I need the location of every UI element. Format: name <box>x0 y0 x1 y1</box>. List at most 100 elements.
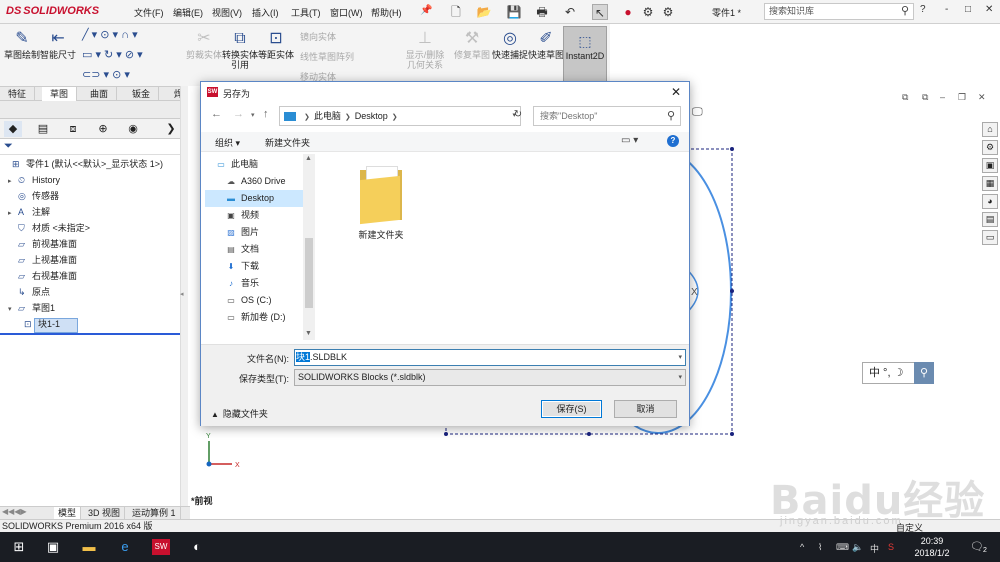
doc-close-icon[interactable]: ✕ <box>978 92 986 103</box>
display-manager-icon[interactable]: ◉ <box>124 121 142 137</box>
nav-item[interactable]: ▨ 图片 <box>205 224 305 241</box>
relations-button[interactable]: ⊥ 显示/删除几何关系 <box>402 28 448 70</box>
keyboard-icon[interactable]: ⌨ <box>836 542 849 553</box>
property-manager-icon[interactable]: ▤ <box>34 121 52 137</box>
menu-insert[interactable]: 插入(I) <box>252 6 279 19</box>
nav-item[interactable]: ▣ 视频 <box>205 207 305 224</box>
tree-item[interactable]: ⊡ 块1-1 <box>0 316 60 332</box>
quick-snap-button[interactable]: ◎ 快速捕捉 <box>490 28 530 60</box>
menu-file[interactable]: 文件(F) <box>134 6 164 19</box>
menu-view[interactable]: 视图(V) <box>212 6 242 19</box>
nav-item[interactable]: ☁ A360 Drive <box>205 173 305 190</box>
app-taskbar-icon[interactable]: ◐ <box>188 539 206 555</box>
save-icon[interactable]: 💾 <box>506 4 522 20</box>
tab-scroll-icon[interactable]: ◀◀◀▶ <box>2 507 27 516</box>
tab-model[interactable]: 模型 <box>54 507 82 519</box>
forward-arrow-icon[interactable]: → <box>233 108 244 120</box>
design-library-icon[interactable]: ▣ <box>982 158 998 173</box>
tab-surfaces[interactable]: 曲面 <box>82 87 118 101</box>
nav-item[interactable]: ⬇ 下载 <box>205 258 305 275</box>
tree-filter[interactable]: ⏷ <box>0 139 180 155</box>
search-icon[interactable]: ⚲ <box>901 4 909 19</box>
repair-sketch-button[interactable]: ⚒ 修复草图 <box>452 28 492 60</box>
line-icon[interactable]: ╱ ▾ ⊙ ▾ ∩ ▾ <box>82 28 138 41</box>
undo-icon[interactable]: ↶ <box>562 4 578 20</box>
up-arrow-icon[interactable]: ↑ <box>263 108 269 120</box>
menu-window[interactable]: 窗口(W) <box>330 6 363 19</box>
panel-more-icon[interactable]: ❯ <box>162 121 180 137</box>
tree-item[interactable]: ▸ A 注解 <box>0 204 50 220</box>
tree-item[interactable]: ⛉ 材质 <未指定> <box>0 220 90 236</box>
mirror-entities-item[interactable]: 镜向实体 <box>300 30 336 43</box>
resources-icon[interactable]: ⚙ <box>982 140 998 155</box>
sogou-icon[interactable]: S <box>888 542 894 552</box>
tree-item[interactable]: ▱ 上视基准面 <box>0 252 77 268</box>
volume-icon[interactable]: 🔈 <box>852 542 863 553</box>
pin-icon[interactable]: 📌 <box>420 5 432 16</box>
scrollbar-thumb[interactable] <box>305 238 313 308</box>
filter-icon[interactable]: ⏷ <box>4 140 13 153</box>
tab-motion-study[interactable]: 运动算例 1 <box>128 507 181 519</box>
rollback-bar[interactable] <box>0 333 180 335</box>
tray-chevron-icon[interactable]: ^ <box>800 542 804 552</box>
trim-button[interactable]: ✂ 剪裁实体 <box>184 28 224 60</box>
change-view-icon[interactable]: ▭ ▾ <box>621 135 638 146</box>
tree-item[interactable]: ▾ ▱ 草图1 <box>0 300 55 316</box>
chevron-down-icon[interactable]: ▾ <box>678 370 682 385</box>
view-next-icon[interactable]: ⧉ <box>922 92 928 103</box>
notification-icon[interactable]: 🗨 <box>970 540 984 553</box>
new-folder-button[interactable]: 新建文件夹 <box>265 136 310 149</box>
custom-properties-icon[interactable]: ▤ <box>982 212 998 227</box>
nav-item[interactable]: ▭ 新加卷 (D:) <box>205 309 305 326</box>
cancel-button[interactable]: 取消 <box>614 400 677 418</box>
scroll-up-icon[interactable]: ▲ <box>305 155 312 162</box>
view-orientation-icon[interactable]: 🖵 <box>692 106 703 119</box>
offset-entities-button[interactable]: ⊡ 等距实体 <box>256 28 296 60</box>
folder-item[interactable]: 新建文件夹 <box>345 164 417 241</box>
rapid-sketch-button[interactable]: ✐ 快速草图 <box>526 28 566 60</box>
breadcrumb-chevron-icon[interactable]: ❯ <box>304 114 310 121</box>
nav-item[interactable]: ▭ 此电脑 <box>205 156 305 173</box>
open-folder-icon[interactable]: 📂 <box>476 4 492 20</box>
chevron-down-icon[interactable]: ▾ <box>678 350 682 365</box>
linear-pattern-item[interactable]: 线性草图阵列 <box>300 50 354 63</box>
doc-minimize-icon[interactable]: – <box>940 92 945 102</box>
close-button[interactable]: ✕ <box>985 4 993 15</box>
address-bar[interactable]: ❯ 此电脑 ❯ Desktop ❯ ▾ <box>279 106 521 126</box>
tab-3d-view[interactable]: 3D 视图 <box>84 507 126 519</box>
nav-item[interactable]: ▤ 文档 <box>205 241 305 258</box>
configuration-manager-icon[interactable]: ⧈ <box>64 121 82 137</box>
nav-item[interactable]: ▭ OS (C:) <box>205 292 305 309</box>
filetype-select[interactable]: SOLIDWORKS Blocks (*.sldblk) ▾ <box>294 369 686 386</box>
task-view-icon[interactable]: ▣ <box>44 539 62 555</box>
filename-input[interactable]: 块1.SLDBLK ▾ <box>294 349 686 366</box>
slot-icon[interactable]: ⊂⊃ ▾ ⊙ ▾ <box>82 68 130 81</box>
sketch-button[interactable]: ✎ 草图绘制 <box>2 28 42 60</box>
windows-start-icon[interactable]: ⊞ <box>10 539 28 555</box>
new-document-icon[interactable]: 🗋 <box>448 4 464 20</box>
file-explorer-taskbar-icon[interactable]: ▬ <box>80 539 98 555</box>
forum-icon[interactable]: ▭ <box>982 230 998 245</box>
organize-menu[interactable]: 组织 ▾ <box>215 136 240 149</box>
knowledge-search-input[interactable]: 搜索知识库 ⚲ <box>764 3 914 20</box>
breadcrumb-chevron-icon[interactable]: ❯ <box>345 114 351 121</box>
smart-dimension-button[interactable]: ⇤ 智能尺寸 <box>38 28 78 60</box>
ime-language-indicator[interactable]: 中 <box>870 542 879 555</box>
nav-item[interactable]: ♪ 音乐 <box>205 275 305 292</box>
splitter-handle-icon[interactable]: ◂ <box>180 290 184 298</box>
appearances-icon[interactable]: ◕ <box>982 194 998 209</box>
edge-browser-icon[interactable]: e <box>116 539 134 555</box>
solidworks-taskbar-icon[interactable]: SW <box>152 539 170 555</box>
tab-sheet-metal[interactable]: 钣金 <box>124 87 160 101</box>
system-clock[interactable]: 20:39 2018/1/2 <box>910 535 954 559</box>
file-explorer-icon[interactable]: ▦ <box>982 176 998 191</box>
print-icon[interactable]: 🖶 <box>534 4 550 20</box>
tab-features[interactable]: 特征 <box>0 87 36 101</box>
traffic-light-icon[interactable]: ● <box>620 4 636 20</box>
instant2d-button[interactable]: ⬚ Instant2D <box>563 26 607 82</box>
doc-restore-icon[interactable]: ❐ <box>958 92 966 103</box>
menu-tools[interactable]: 工具(T) <box>291 6 321 19</box>
nav-item[interactable]: ▬ Desktop <box>205 190 305 207</box>
tab-sketch[interactable]: 草图 <box>42 87 78 101</box>
options-icon[interactable]: ⚙ <box>640 4 656 20</box>
